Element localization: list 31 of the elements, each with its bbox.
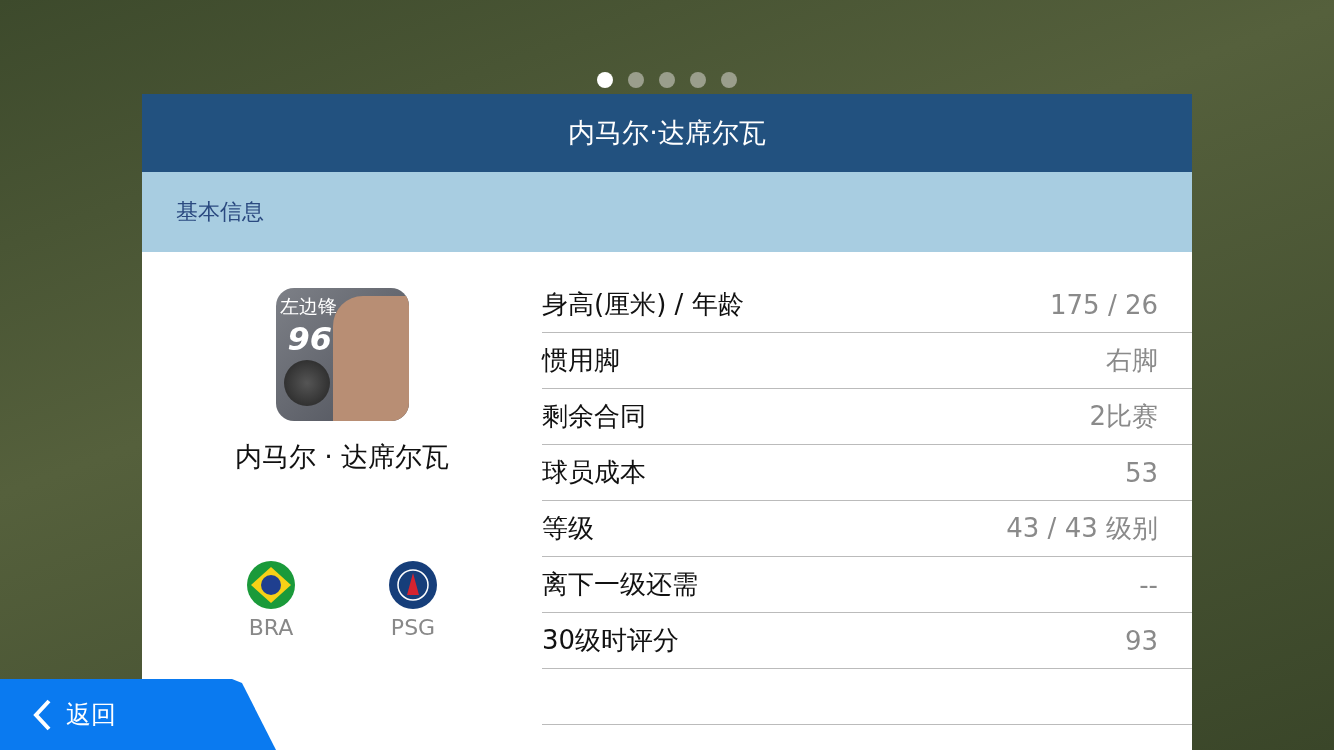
stat-label: 惯用脚 <box>542 344 620 377</box>
club-crest-icon <box>389 561 437 609</box>
rating-label: 96 <box>287 320 333 358</box>
page-dot[interactable] <box>597 72 613 88</box>
page-dot[interactable] <box>659 72 675 88</box>
stat-value: 43 / 43 级别 <box>1006 512 1158 545</box>
back-chevron-icon <box>32 697 52 732</box>
stat-label: 身高(厘米) / 年龄 <box>542 288 744 321</box>
badge-icon <box>283 360 330 406</box>
stat-value: 93 <box>1124 625 1158 656</box>
stat-label: 等级 <box>542 512 594 545</box>
player-title: 内马尔·达席尔瓦 <box>568 116 766 150</box>
nation-label: BRA <box>248 615 294 640</box>
stat-value: 2比赛 <box>1089 400 1158 433</box>
stat-value: 53 <box>1124 457 1158 488</box>
stat-value: -- <box>1139 569 1158 600</box>
stat-label: 球员成本 <box>542 456 646 489</box>
section-title: 基本信息 <box>176 198 264 226</box>
page-dot[interactable] <box>628 72 644 88</box>
position-label: 左边锋 <box>279 294 337 319</box>
stat-value: 右脚 <box>1106 344 1158 377</box>
player-name: 内马尔 · 达席尔瓦 <box>234 440 450 474</box>
club-label: PSG <box>390 615 436 640</box>
page-dot[interactable] <box>690 72 706 88</box>
stat-label: 离下一级还需 <box>542 568 698 601</box>
stat-label: 30级时评分 <box>542 624 680 657</box>
back-button[interactable]: 返回 <box>0 679 276 750</box>
page-dot[interactable] <box>721 72 737 88</box>
flag-icon <box>247 561 295 609</box>
stat-label: 剩余合同 <box>542 400 646 433</box>
stat-value: 175 / 26 <box>1050 289 1158 320</box>
